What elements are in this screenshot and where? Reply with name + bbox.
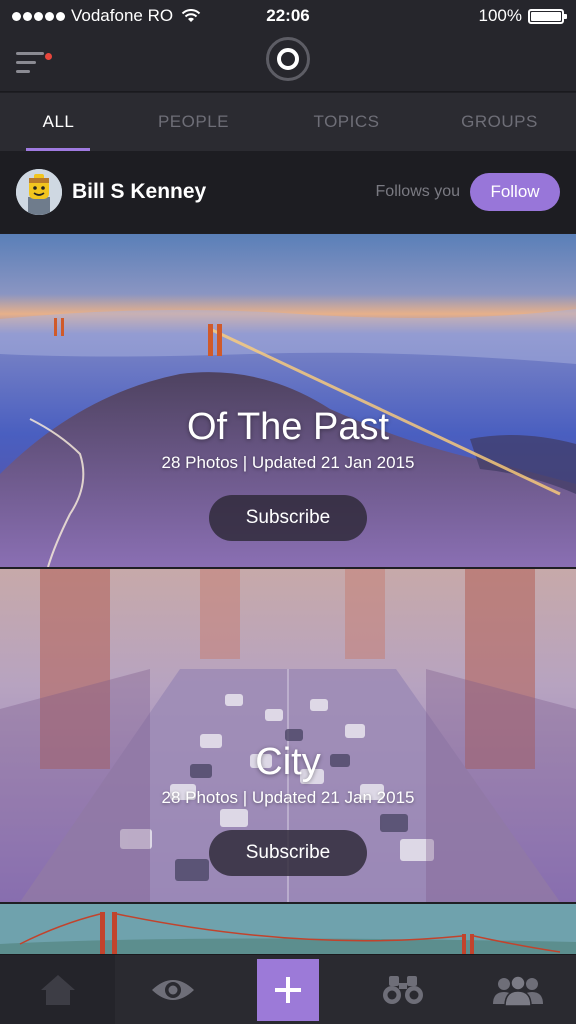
ring-logo-icon[interactable] (266, 37, 310, 81)
tab-label: TOPICS (313, 112, 380, 131)
subscribe-button[interactable]: Subscribe (209, 830, 367, 876)
collection-card[interactable]: City 28 Photos | Updated 21 Jan 2015 Sub… (0, 569, 576, 902)
hamburger-menu-icon[interactable] (14, 44, 54, 80)
tab-label: ALL (42, 112, 75, 131)
tab-all[interactable]: ALL (0, 93, 117, 151)
avatar[interactable] (16, 169, 62, 215)
follows-you-label: Follows you (375, 183, 460, 200)
wifi-icon (181, 9, 201, 22)
tabbar-groups[interactable] (461, 955, 576, 1024)
card-info: Of The Past 28 Photos | Updated 21 Jan 2… (0, 406, 576, 541)
card-title: City (255, 741, 321, 783)
lego-avatar-icon (16, 169, 62, 215)
card-meta: 28 Photos | Updated 21 Jan 2015 (161, 788, 415, 807)
tabbar-add[interactable] (230, 955, 345, 1024)
follow-button[interactable]: Follow (470, 173, 560, 211)
binoculars-icon (383, 975, 424, 1004)
golden-gate-sky-image (0, 904, 576, 956)
status-bar: Vodafone RO 22:06 100% (0, 0, 576, 32)
carrier-name: Vodafone RO (71, 6, 174, 25)
status-left: Vodafone RO (12, 6, 201, 26)
home-icon (40, 974, 75, 1005)
tab-label: PEOPLE (157, 112, 230, 131)
nav-bar (0, 32, 576, 92)
eye-icon (151, 979, 194, 1000)
tabbar-explore[interactable] (346, 955, 461, 1024)
tab-topics[interactable]: TOPICS (270, 93, 423, 151)
group-icon (493, 974, 544, 1006)
battery-icon (528, 8, 567, 24)
collection-card[interactable] (0, 904, 576, 956)
subscribe-button[interactable]: Subscribe (209, 495, 367, 541)
add-button[interactable] (257, 958, 319, 1021)
collection-card[interactable]: Of The Past 28 Photos | Updated 21 Jan 2… (0, 234, 576, 567)
battery-fill (531, 11, 561, 21)
user-row: Bill S Kenney Follows you Follow (0, 151, 576, 233)
card-meta: 28 Photos | Updated 21 Jan 2015 (161, 453, 415, 472)
signal-strength-icon (12, 11, 65, 21)
tab-people[interactable]: PEOPLE (117, 93, 270, 151)
battery-percent: 100% (478, 6, 522, 25)
status-right: 100% (478, 6, 567, 26)
bottom-tab-bar (0, 954, 576, 1024)
card-title: Of The Past (186, 406, 390, 448)
tab-label: GROUPS (461, 112, 538, 131)
tabbar-home[interactable] (0, 955, 116, 1024)
tabbar-watch[interactable] (115, 955, 230, 1024)
tab-groups[interactable]: GROUPS (423, 93, 576, 151)
notification-dot (45, 53, 52, 60)
filter-tabs: ALL PEOPLE TOPICS GROUPS (0, 93, 576, 151)
card-info: City 28 Photos | Updated 21 Jan 2015 Sub… (0, 741, 576, 876)
plus-icon (275, 976, 301, 1003)
user-name[interactable]: Bill S Kenney (72, 180, 206, 204)
